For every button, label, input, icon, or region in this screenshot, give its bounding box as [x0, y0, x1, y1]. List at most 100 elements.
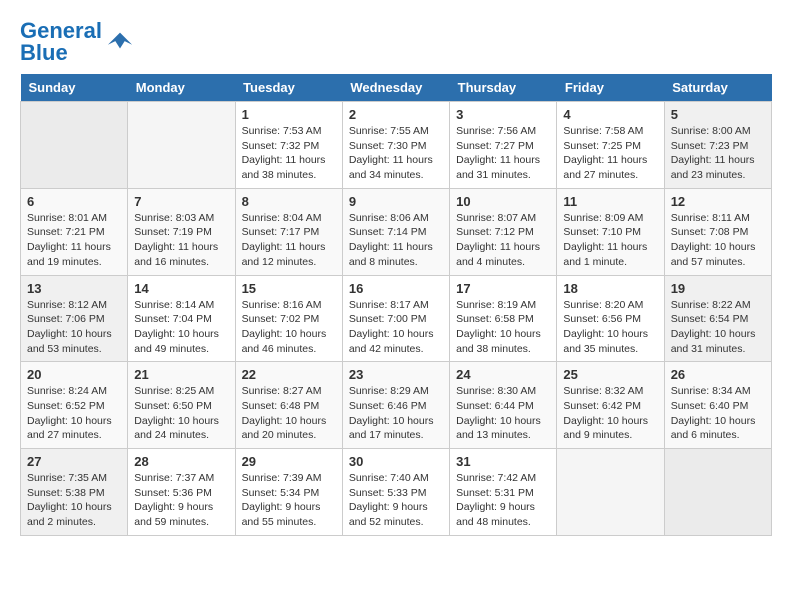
- day-number: 11: [563, 194, 657, 209]
- day-info: Sunrise: 8:01 AMSunset: 7:21 PMDaylight:…: [27, 211, 121, 270]
- day-number: 13: [27, 281, 121, 296]
- calendar-cell: 8 Sunrise: 8:04 AMSunset: 7:17 PMDaylight…: [235, 188, 342, 275]
- calendar-week-5: 27 Sunrise: 7:35 AMSunset: 5:38 PMDayligh…: [21, 449, 772, 536]
- calendar-cell: 23 Sunrise: 8:29 AMSunset: 6:46 PMDayligh…: [342, 362, 449, 449]
- day-info: Sunrise: 8:29 AMSunset: 6:46 PMDaylight:…: [349, 384, 443, 443]
- column-header-saturday: Saturday: [664, 74, 771, 102]
- calendar-cell: 22 Sunrise: 8:27 AMSunset: 6:48 PMDayligh…: [235, 362, 342, 449]
- day-number: 24: [456, 367, 550, 382]
- calendar-cell: [128, 102, 235, 189]
- day-number: 23: [349, 367, 443, 382]
- column-header-thursday: Thursday: [450, 74, 557, 102]
- calendar-table: SundayMondayTuesdayWednesdayThursdayFrid…: [20, 74, 772, 536]
- day-info: Sunrise: 8:32 AMSunset: 6:42 PMDaylight:…: [563, 384, 657, 443]
- logo: General Blue: [20, 20, 134, 64]
- calendar-cell: 12Sunrise: 8:11 AMSunset: 7:08 PMDayligh…: [664, 188, 771, 275]
- day-number: 2: [349, 107, 443, 122]
- day-number: 18: [563, 281, 657, 296]
- logo-text: General Blue: [20, 20, 102, 64]
- column-header-tuesday: Tuesday: [235, 74, 342, 102]
- day-info: Sunrise: 7:58 AMSunset: 7:25 PMDaylight:…: [563, 124, 657, 183]
- page-header: General Blue: [20, 20, 772, 64]
- day-info: Sunrise: 7:37 AMSunset: 5:36 PMDaylight:…: [134, 471, 228, 530]
- calendar-cell: 14 Sunrise: 8:14 AMSunset: 7:04 PMDayligh…: [128, 275, 235, 362]
- day-number: 28: [134, 454, 228, 469]
- calendar-cell: 21 Sunrise: 8:25 AMSunset: 6:50 PMDayligh…: [128, 362, 235, 449]
- day-number: 9: [349, 194, 443, 209]
- day-info: Sunrise: 8:27 AMSunset: 6:48 PMDaylight:…: [242, 384, 336, 443]
- day-info: Sunrise: 8:09 AMSunset: 7:10 PMDaylight:…: [563, 211, 657, 270]
- day-info: Sunrise: 8:25 AMSunset: 6:50 PMDaylight:…: [134, 384, 228, 443]
- calendar-week-4: 20 Sunrise: 8:24 AMSunset: 6:52 PMDayligh…: [21, 362, 772, 449]
- day-number: 29: [242, 454, 336, 469]
- logo-bird-icon: [106, 28, 134, 56]
- day-info: Sunrise: 8:34 AMSunset: 6:40 PMDaylight:…: [671, 384, 765, 443]
- day-number: 22: [242, 367, 336, 382]
- day-number: 27: [27, 454, 121, 469]
- calendar-cell: 20 Sunrise: 8:24 AMSunset: 6:52 PMDayligh…: [21, 362, 128, 449]
- calendar-body: 1 Sunrise: 7:53 AMSunset: 7:32 PMDaylight…: [21, 102, 772, 536]
- calendar-cell: 7 Sunrise: 8:03 AMSunset: 7:19 PMDaylight…: [128, 188, 235, 275]
- day-number: 3: [456, 107, 550, 122]
- calendar-week-1: 1 Sunrise: 7:53 AMSunset: 7:32 PMDaylight…: [21, 102, 772, 189]
- calendar-cell: 4Sunrise: 7:58 AMSunset: 7:25 PMDaylight…: [557, 102, 664, 189]
- day-info: Sunrise: 7:35 AMSunset: 5:38 PMDaylight:…: [27, 471, 121, 530]
- calendar-cell: 26 Sunrise: 8:34 AMSunset: 6:40 PMDayligh…: [664, 362, 771, 449]
- calendar-cell: 10 Sunrise: 8:07 AMSunset: 7:12 PMDayligh…: [450, 188, 557, 275]
- calendar-cell: 2 Sunrise: 7:55 AMSunset: 7:30 PMDaylight…: [342, 102, 449, 189]
- day-number: 10: [456, 194, 550, 209]
- day-number: 8: [242, 194, 336, 209]
- day-info: Sunrise: 8:07 AMSunset: 7:12 PMDaylight:…: [456, 211, 550, 270]
- day-number: 30: [349, 454, 443, 469]
- day-number: 26: [671, 367, 765, 382]
- calendar-cell: 15Sunrise: 8:16 AMSunset: 7:02 PMDayligh…: [235, 275, 342, 362]
- day-info: Sunrise: 7:53 AMSunset: 7:32 PMDaylight:…: [242, 124, 336, 183]
- day-number: 6: [27, 194, 121, 209]
- day-number: 15: [242, 281, 336, 296]
- column-header-friday: Friday: [557, 74, 664, 102]
- day-info: Sunrise: 8:17 AMSunset: 7:00 PMDaylight:…: [349, 298, 443, 357]
- calendar-cell: 30 Sunrise: 7:40 AMSunset: 5:33 PMDayligh…: [342, 449, 449, 536]
- calendar-cell: 3 Sunrise: 7:56 AMSunset: 7:27 PMDaylight…: [450, 102, 557, 189]
- day-info: Sunrise: 7:39 AMSunset: 5:34 PMDaylight:…: [242, 471, 336, 530]
- calendar-cell: 18Sunrise: 8:20 AMSunset: 6:56 PMDayligh…: [557, 275, 664, 362]
- day-info: Sunrise: 8:00 AMSunset: 7:23 PMDaylight:…: [671, 124, 765, 183]
- day-info: Sunrise: 8:22 AMSunset: 6:54 PMDaylight:…: [671, 298, 765, 357]
- logo-blue: Blue: [20, 40, 68, 65]
- calendar-cell: 13 Sunrise: 8:12 AMSunset: 7:06 PMDayligh…: [21, 275, 128, 362]
- day-info: Sunrise: 8:03 AMSunset: 7:19 PMDaylight:…: [134, 211, 228, 270]
- calendar-cell: 1 Sunrise: 7:53 AMSunset: 7:32 PMDaylight…: [235, 102, 342, 189]
- calendar-cell: 19Sunrise: 8:22 AMSunset: 6:54 PMDayligh…: [664, 275, 771, 362]
- day-info: Sunrise: 7:42 AMSunset: 5:31 PMDaylight:…: [456, 471, 550, 530]
- calendar-cell: 28 Sunrise: 7:37 AMSunset: 5:36 PMDayligh…: [128, 449, 235, 536]
- day-number: 25: [563, 367, 657, 382]
- calendar-cell: 5 Sunrise: 8:00 AMSunset: 7:23 PMDaylight…: [664, 102, 771, 189]
- day-number: 17: [456, 281, 550, 296]
- day-info: Sunrise: 7:40 AMSunset: 5:33 PMDaylight:…: [349, 471, 443, 530]
- day-info: Sunrise: 8:14 AMSunset: 7:04 PMDaylight:…: [134, 298, 228, 357]
- day-info: Sunrise: 8:24 AMSunset: 6:52 PMDaylight:…: [27, 384, 121, 443]
- calendar-cell: 25 Sunrise: 8:32 AMSunset: 6:42 PMDayligh…: [557, 362, 664, 449]
- column-header-sunday: Sunday: [21, 74, 128, 102]
- day-info: Sunrise: 8:12 AMSunset: 7:06 PMDaylight:…: [27, 298, 121, 357]
- calendar-header-row: SundayMondayTuesdayWednesdayThursdayFrid…: [21, 74, 772, 102]
- day-number: 14: [134, 281, 228, 296]
- day-info: Sunrise: 7:56 AMSunset: 7:27 PMDaylight:…: [456, 124, 550, 183]
- day-info: Sunrise: 8:30 AMSunset: 6:44 PMDaylight:…: [456, 384, 550, 443]
- day-info: Sunrise: 7:55 AMSunset: 7:30 PMDaylight:…: [349, 124, 443, 183]
- day-number: 5: [671, 107, 765, 122]
- day-number: 1: [242, 107, 336, 122]
- day-number: 21: [134, 367, 228, 382]
- day-number: 16: [349, 281, 443, 296]
- day-info: Sunrise: 8:11 AMSunset: 7:08 PMDaylight:…: [671, 211, 765, 270]
- calendar-week-3: 13 Sunrise: 8:12 AMSunset: 7:06 PMDayligh…: [21, 275, 772, 362]
- calendar-cell: 27 Sunrise: 7:35 AMSunset: 5:38 PMDayligh…: [21, 449, 128, 536]
- day-info: Sunrise: 8:04 AMSunset: 7:17 PMDaylight:…: [242, 211, 336, 270]
- day-number: 20: [27, 367, 121, 382]
- day-info: Sunrise: 8:19 AMSunset: 6:58 PMDaylight:…: [456, 298, 550, 357]
- calendar-cell: 11 Sunrise: 8:09 AMSunset: 7:10 PMDayligh…: [557, 188, 664, 275]
- column-header-wednesday: Wednesday: [342, 74, 449, 102]
- day-number: 7: [134, 194, 228, 209]
- calendar-cell: 17 Sunrise: 8:19 AMSunset: 6:58 PMDayligh…: [450, 275, 557, 362]
- calendar-cell: 24 Sunrise: 8:30 AMSunset: 6:44 PMDayligh…: [450, 362, 557, 449]
